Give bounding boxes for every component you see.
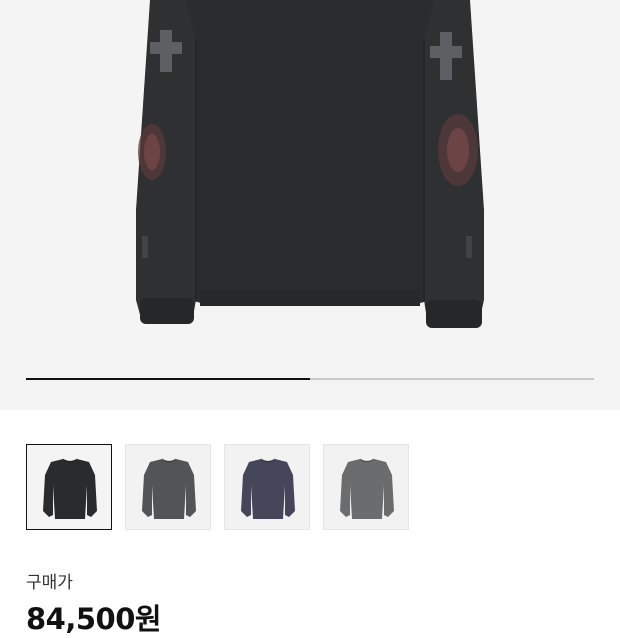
thumbnail-0[interactable] xyxy=(26,444,112,530)
thumbnail-3[interactable] xyxy=(323,444,409,530)
gallery-progress-fill xyxy=(26,378,310,380)
product-hero-image xyxy=(0,0,620,410)
thumbnail-list xyxy=(26,444,409,530)
price-label: 구매가 xyxy=(26,573,73,593)
thumbnail-1[interactable] xyxy=(125,444,211,530)
gallery-progress-bar xyxy=(26,378,594,380)
price-value: 84,500원 xyxy=(26,602,162,636)
thumbnail-sweatshirt-navy-gray xyxy=(241,458,295,519)
thumbnail-sweatshirt-charcoal xyxy=(142,458,196,519)
thumbnail-sweatshirt-black xyxy=(43,458,97,519)
sweatshirt-image xyxy=(136,0,484,328)
thumbnail-2[interactable] xyxy=(224,444,310,530)
thumbnail-sweatshirt-gray xyxy=(340,458,394,519)
